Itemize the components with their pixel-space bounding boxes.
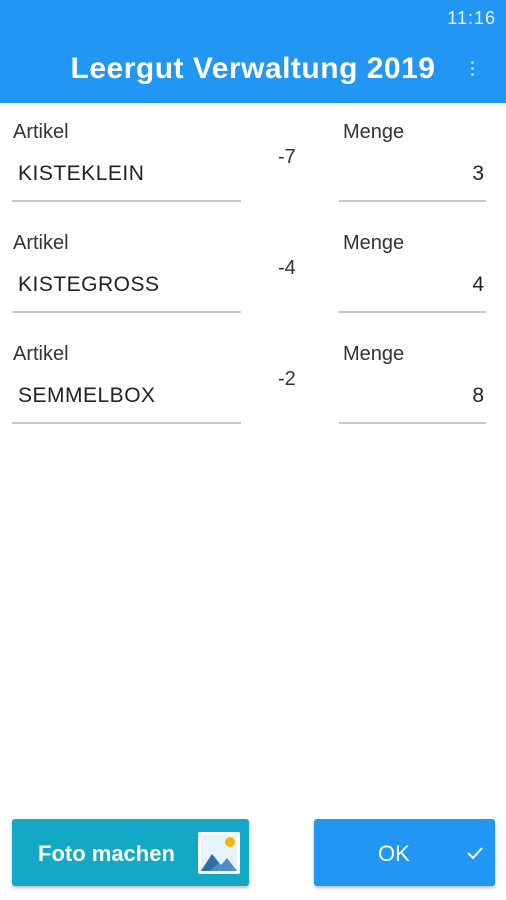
menge-label: Menge [343,121,405,143]
menge-label: Menge [343,232,405,254]
page-title: Leergut Verwaltung 2019 [70,52,436,85]
ok-button[interactable]: OK [314,819,495,886]
artikel-label: Artikel [13,232,69,254]
difference-value: -4 [278,257,296,279]
menge-field[interactable]: 4 [339,260,486,313]
menge-field[interactable]: 3 [339,149,486,202]
take-photo-button[interactable]: Foto machen [12,819,249,886]
app-bar: 11:16 Leergut Verwaltung 2019 [0,0,506,103]
list-item: Artikel SEMMELBOX -2 Menge 8 [0,325,506,435]
list-item: Artikel KISTEGROSS -4 Menge 4 [0,214,506,324]
ok-label: OK [378,841,410,866]
artikel-field[interactable]: KISTEKLEIN [12,149,241,202]
image-icon [198,832,240,874]
menge-field[interactable]: 8 [339,371,486,424]
list-item: Artikel KISTEKLEIN -7 Menge 3 [0,103,506,213]
artikel-label: Artikel [13,343,69,365]
artikel-field[interactable]: SEMMELBOX [12,371,241,424]
difference-value: -2 [278,368,296,390]
take-photo-label: Foto machen [38,841,175,866]
more-vert-icon[interactable] [462,58,482,78]
artikel-field[interactable]: KISTEGROSS [12,260,241,313]
status-bar-time: 11:16 [447,8,496,28]
check-icon [467,847,483,860]
menge-label: Menge [343,343,405,365]
difference-value: -7 [278,146,296,168]
artikel-label: Artikel [13,121,69,143]
